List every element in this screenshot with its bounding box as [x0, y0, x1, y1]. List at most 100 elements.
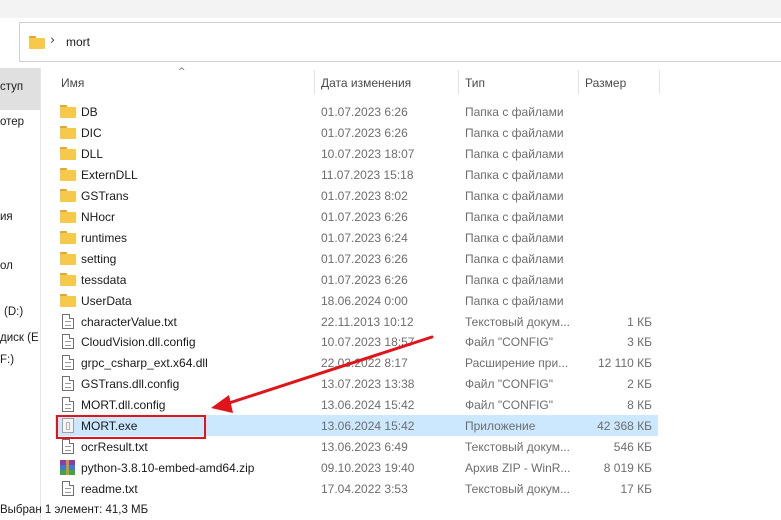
file-name: MORT.dll.config	[81, 398, 166, 413]
file-type: Папка с файлами	[465, 188, 564, 203]
file-row[interactable]: characterValue.txt 22.11.2013 10:12 Тексто…	[55, 311, 658, 332]
file-date-modified: 01.07.2023 6:24	[321, 230, 408, 245]
config-file-icon	[60, 397, 76, 413]
column-header-label: Имя	[61, 76, 85, 90]
file-name: runtimes	[81, 230, 128, 245]
file-type: Текстовый докум...	[465, 314, 570, 329]
file-date-modified: 01.07.2023 8:02	[321, 188, 408, 203]
file-date-modified: 09.10.2023 19:40	[321, 461, 415, 476]
file-size: 12 110 КБ	[597, 356, 652, 371]
status-text: Выбран 1 элемент: 41,3 МБ	[0, 504, 149, 516]
file-row[interactable]: DLL 10.07.2023 18:07 Папка с файлами	[55, 143, 658, 164]
file-size: 8 КБ	[627, 398, 652, 413]
file-name: setting	[81, 251, 117, 266]
folder-icon	[60, 272, 76, 287]
folder-icon	[60, 167, 76, 182]
column-header-type[interactable]: Тип	[459, 68, 578, 96]
folder-icon	[60, 146, 76, 161]
file-size: 8 019 КБ	[603, 461, 652, 476]
file-type: Приложение	[465, 419, 536, 434]
file-date-modified: 22.03.2022 8:17	[321, 356, 408, 371]
folder-icon	[60, 125, 76, 140]
file-name: readme.txt	[81, 482, 138, 497]
file-size: 42 368 КБ	[597, 419, 652, 434]
file-type: Файл "CONFIG"	[465, 377, 554, 392]
folder-icon	[60, 188, 76, 203]
file-name: GSTrans	[81, 188, 129, 203]
text-file-icon	[60, 439, 76, 455]
file-name: DIC	[81, 125, 102, 140]
file-name: grpc_csharp_ext.x64.dll	[81, 356, 208, 371]
file-row[interactable]: tessdata 01.07.2023 6:26 Папка с файлами	[55, 269, 658, 290]
file-date-modified: 13.06.2024 15:42	[321, 398, 415, 413]
file-size: 546 КБ	[613, 440, 652, 455]
file-date-modified: 17.04.2022 3:53	[321, 482, 408, 497]
pane-divider[interactable]	[40, 68, 41, 520]
file-row[interactable]: setting 01.07.2023 6:26 Папка с файлами	[55, 248, 658, 269]
file-row[interactable]: readme.txt 17.04.2022 3:53 Текстовый докум…	[55, 478, 658, 499]
file-name: DLL	[81, 146, 104, 161]
file-type: Папка с файлами	[465, 209, 564, 224]
winrar-zip-icon	[60, 460, 76, 476]
file-row[interactable]: GSTrans 01.07.2023 8:02 Папка с файлами	[55, 185, 658, 206]
file-row[interactable]: CloudVision.dll.config 10.07.2023 18:57 Фа…	[55, 331, 658, 352]
text-file-icon	[60, 481, 76, 497]
file-row[interactable]: ExternDLL 11.07.2023 15:18 Папка с файлами	[55, 164, 658, 185]
file-row[interactable]: python-3.8.10-embed-amd64.zip 09.10.2023 …	[55, 457, 658, 478]
column-header-name[interactable]: Имя	[55, 68, 314, 96]
nav-item-label: ия	[0, 211, 13, 223]
file-row[interactable]: ocrResult.txt 13.06.2023 6:49 Текстовый до…	[55, 436, 658, 457]
file-row[interactable]: runtimes 01.07.2023 6:24 Папка с файлами	[55, 227, 658, 248]
file-size: 3 КБ	[627, 335, 652, 350]
file-date-modified: 01.07.2023 6:26	[321, 125, 408, 140]
file-type: Папка с файлами	[465, 125, 564, 140]
folder-icon	[60, 230, 76, 245]
column-header-size[interactable]: Размер	[579, 68, 659, 96]
file-type: Текстовый докум...	[465, 440, 570, 455]
file-date-modified: 13.06.2024 15:42	[321, 419, 415, 434]
nav-item-label: ол	[0, 260, 13, 272]
nav-item-label: диск (E	[0, 332, 39, 344]
column-header-label: Дата изменения	[321, 76, 412, 90]
file-row[interactable]: grpc_csharp_ext.x64.dll 22.03.2022 8:17 Ра…	[55, 352, 658, 373]
nav-item-access[interactable]: ступ	[0, 68, 40, 110]
column-divider[interactable]	[659, 70, 660, 94]
file-name: UserData	[81, 293, 132, 308]
file-type: Папка с файлами	[465, 105, 564, 119]
file-row[interactable]: UserData 18.06.2024 0:00 Папка с файлами	[55, 290, 658, 311]
file-type: Папка с файлами	[465, 167, 564, 182]
file-row[interactable]: DB 01.07.2023 6:26 Папка с файлами	[55, 101, 658, 122]
annotation-highlight-box	[56, 415, 206, 439]
file-row[interactable]: DIC 01.07.2023 6:26 Папка с файлами	[55, 122, 658, 143]
file-row[interactable]: GSTrans.dll.config 13.07.2023 13:38 Файл "…	[55, 373, 658, 394]
file-type: Файл "CONFIG"	[465, 398, 554, 413]
navigation-pane: ступ отер ия ол (D:) диск (E F:)	[0, 68, 40, 520]
file-type: Архив ZIP - WinR...	[465, 461, 571, 476]
file-name: DB	[81, 105, 98, 119]
file-type: Папка с файлами	[465, 230, 564, 245]
file-type: Файл "CONFIG"	[465, 335, 554, 350]
breadcrumb-chevron-icon[interactable]: ›	[50, 33, 55, 48]
breadcrumb-mort[interactable]: mort	[66, 35, 90, 49]
column-header-date[interactable]: Дата изменения	[315, 68, 458, 96]
file-name: ExternDLL	[81, 167, 138, 182]
file-date-modified: 01.07.2023 6:26	[321, 272, 408, 287]
title-strip	[0, 0, 781, 18]
folder-icon	[60, 251, 76, 266]
file-date-modified: 13.06.2023 6:49	[321, 440, 408, 455]
nav-item-label: ступ	[0, 81, 24, 93]
nav-item-label: F:)	[0, 354, 15, 366]
text-file-icon	[60, 313, 76, 329]
folder-icon	[60, 293, 76, 308]
folder-icon	[29, 35, 46, 49]
file-name: CloudVision.dll.config	[81, 335, 196, 350]
file-type: Папка с файлами	[465, 146, 564, 161]
column-header-label: Тип	[465, 76, 486, 90]
file-row[interactable]: MORT.dll.config 13.06.2024 15:42 Файл "CON…	[55, 394, 658, 415]
file-size: 2 КБ	[627, 377, 652, 392]
file-row[interactable]: NHocr 01.07.2023 6:26 Папка с файлами	[55, 206, 658, 227]
file-date-modified: 10.07.2023 18:07	[321, 146, 415, 161]
file-date-modified: 13.07.2023 13:38	[321, 377, 415, 392]
address-bar[interactable]: › mort	[19, 22, 781, 62]
file-type: Папка с файлами	[465, 272, 564, 287]
